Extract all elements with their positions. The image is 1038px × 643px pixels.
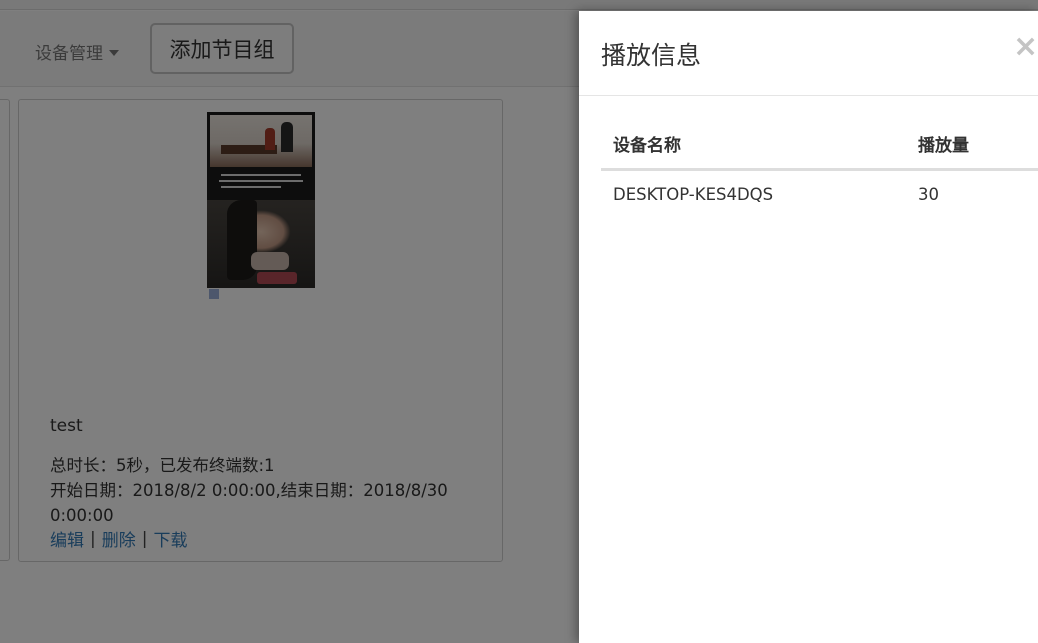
close-icon[interactable]: × [1013, 32, 1038, 62]
play-info-table: 设备名称 播放量 DESKTOP-KES4DQS 30 [601, 119, 1038, 219]
play-info-panel: 播放信息 × 设备名称 播放量 DESKTOP-KES4DQS 30 [579, 11, 1038, 643]
column-header-device-name: 设备名称 [601, 119, 906, 171]
table-header-row: 设备名称 播放量 [601, 119, 1038, 171]
panel-header: 播放信息 × [579, 11, 1038, 96]
cell-play-count: 30 [918, 185, 939, 205]
panel-title: 播放信息 [601, 41, 702, 70]
column-header-play-count: 播放量 [906, 119, 1038, 171]
table-row: DESKTOP-KES4DQS 30 [601, 169, 1038, 219]
cell-device-name: DESKTOP-KES4DQS [613, 185, 774, 205]
